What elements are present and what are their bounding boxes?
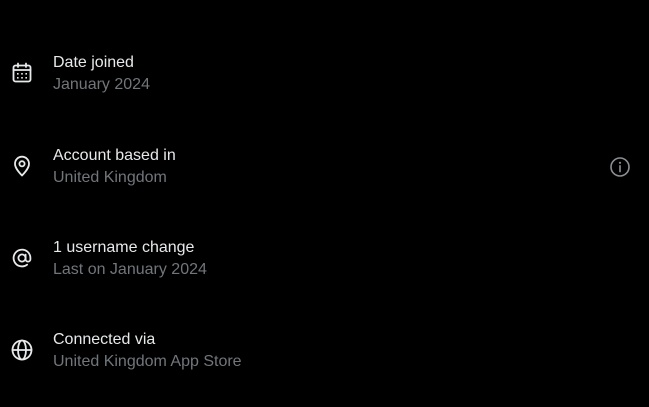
calendar-icon — [10, 61, 34, 85]
connected-via-value: United Kingdom App Store — [53, 353, 242, 370]
at-sign-icon — [10, 246, 34, 270]
account-based-in-label: Account based in — [53, 147, 176, 164]
globe-icon — [10, 338, 34, 362]
username-change-label: 1 username change — [53, 239, 195, 256]
account-based-in-value: United Kingdom — [53, 169, 167, 186]
row-connected-via: Connected via United Kingdom App Store — [0, 322, 649, 382]
account-info-list: Date joined January 2024 Account based i… — [0, 0, 649, 407]
username-change-value: Last on January 2024 — [53, 261, 207, 278]
info-icon[interactable] — [609, 156, 631, 178]
location-pin-icon — [10, 154, 34, 178]
row-date-joined: Date joined January 2024 — [0, 45, 649, 105]
date-joined-label: Date joined — [53, 54, 134, 71]
row-account-based-in: Account based in United Kingdom — [0, 138, 649, 198]
connected-via-label: Connected via — [53, 331, 156, 348]
date-joined-value: January 2024 — [53, 76, 150, 93]
row-username-change: 1 username change Last on January 2024 — [0, 230, 649, 290]
